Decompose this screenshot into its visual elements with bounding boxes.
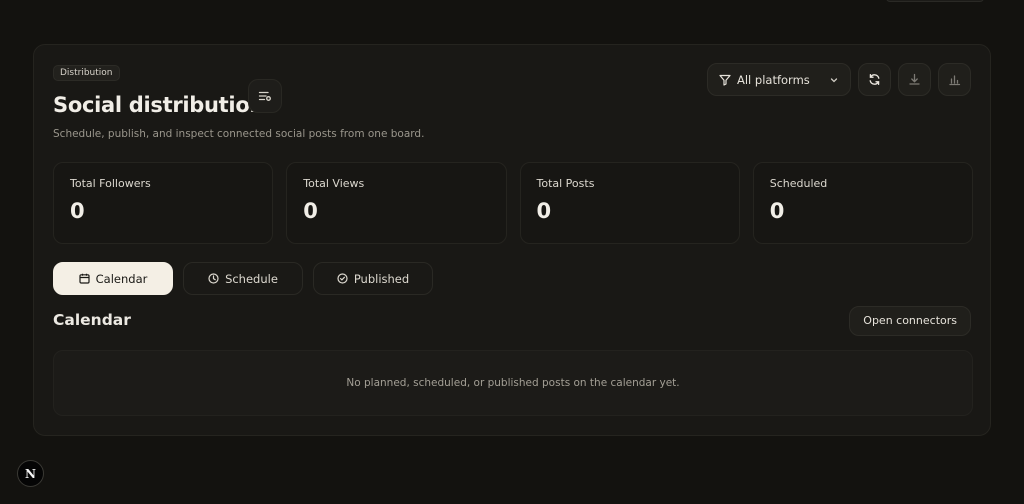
check-circle-icon [337, 273, 348, 284]
distribution-panel: Distribution Social distribution Schedul… [33, 44, 991, 436]
toolbar: All platforms [707, 63, 971, 96]
tab-calendar[interactable]: Calendar [53, 262, 173, 295]
stat-value: 0 [70, 199, 85, 223]
stat-value: 0 [769, 199, 785, 223]
page-subtitle: Schedule, publish, and inspect connected… [53, 128, 425, 140]
stat-label: Scheduled [769, 177, 828, 190]
view-options-button[interactable] [248, 79, 282, 113]
section-title: Calendar [53, 311, 131, 329]
stat-label: Total Followers [70, 177, 151, 190]
open-connectors-button[interactable]: Open connectors [849, 306, 971, 336]
tab-published[interactable]: Published [313, 262, 433, 295]
download-button[interactable] [898, 63, 931, 96]
stat-card-followers: Total Followers 0 [53, 162, 274, 244]
stat-card-views: Total Views 0 [286, 162, 507, 244]
tab-label: Published [353, 271, 410, 286]
stat-value: 0 [303, 199, 318, 223]
tab-label: Calendar [95, 271, 148, 286]
dev-tools-badge[interactable]: N [17, 460, 44, 487]
filter-icon [719, 74, 731, 86]
stat-label: Total Posts [536, 177, 595, 190]
sliders-icon [258, 91, 271, 101]
refresh-button[interactable] [858, 63, 891, 96]
chevron-down-icon [830, 77, 838, 82]
stat-label: Total Views [303, 177, 365, 190]
bar-chart-icon [949, 75, 961, 86]
top-menu-edge [886, 0, 984, 2]
platform-filter-label: All platforms [737, 72, 810, 87]
stat-card-posts: Total Posts 0 [519, 162, 740, 244]
analytics-button[interactable] [938, 63, 971, 96]
stat-card-scheduled: Scheduled 0 [752, 162, 973, 244]
refresh-icon [869, 73, 880, 86]
stats-row: Total Followers 0 Total Views 0 Total Po… [53, 162, 973, 244]
platform-filter-select[interactable]: All platforms [707, 63, 851, 96]
calendar-empty-state: No planned, scheduled, or published post… [53, 350, 973, 416]
page-title: Social distribution [53, 93, 265, 117]
download-icon [909, 73, 920, 85]
clock-icon [208, 273, 219, 284]
section-chip: Distribution [53, 65, 120, 81]
badge-letter: N [25, 466, 36, 481]
calendar-icon [79, 273, 90, 284]
stat-value: 0 [536, 199, 552, 223]
tab-label: Schedule [225, 271, 278, 286]
tab-schedule[interactable]: Schedule [183, 262, 303, 295]
view-tabs: Calendar Schedule Published [53, 262, 433, 295]
empty-message: No planned, scheduled, or published post… [346, 377, 680, 389]
